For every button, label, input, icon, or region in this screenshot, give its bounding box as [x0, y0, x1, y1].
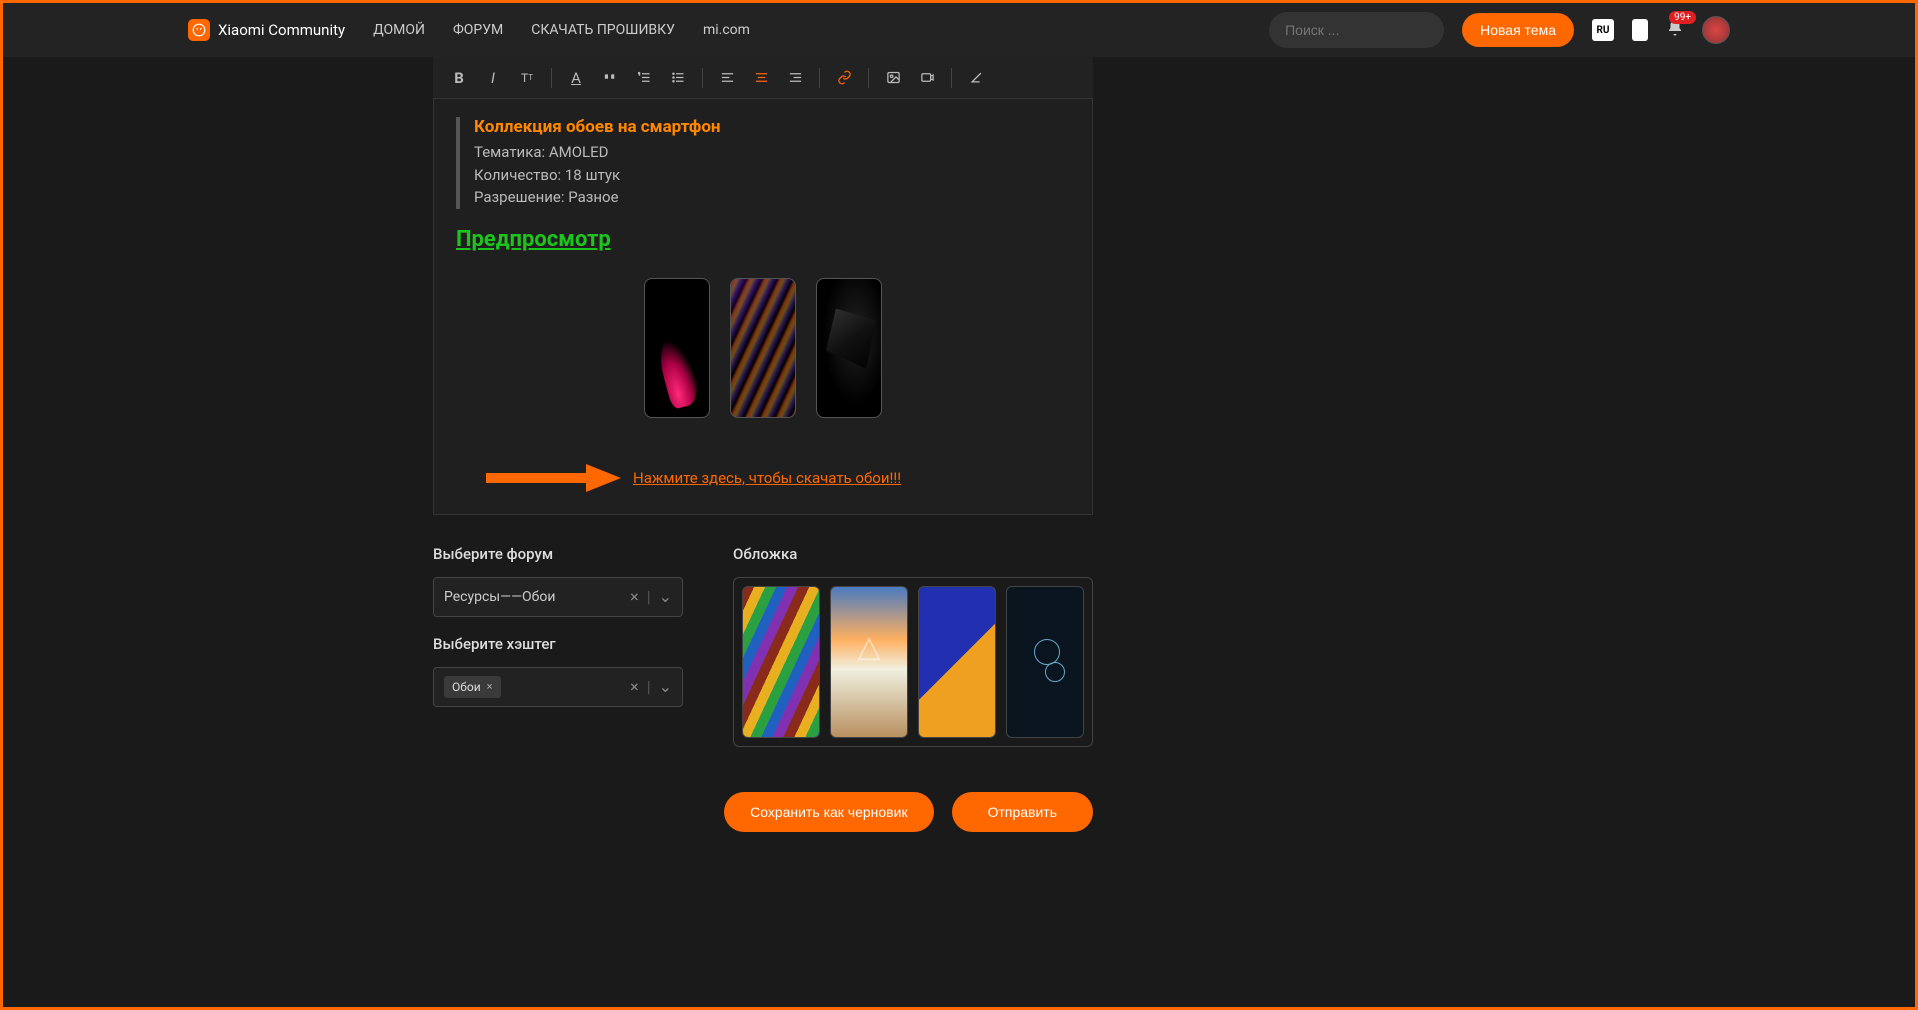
search-input[interactable]: [1285, 22, 1466, 38]
user-avatar[interactable]: [1702, 16, 1730, 44]
notifications[interactable]: 99+: [1666, 19, 1684, 42]
select-controls: × | ⌄: [630, 677, 672, 696]
preview-heading: Предпросмотр: [456, 227, 1070, 252]
cover-option-2[interactable]: [830, 586, 908, 738]
new-topic-button[interactable]: Новая тема: [1462, 13, 1574, 47]
forum-select[interactable]: Ресурсы——Обои × | ⌄: [433, 577, 683, 617]
link-button[interactable]: [828, 62, 860, 94]
preview-image-1: [644, 278, 710, 418]
preview-image-3: [816, 278, 882, 418]
align-right-button[interactable]: [779, 62, 811, 94]
chevron-down-icon[interactable]: ⌄: [659, 677, 672, 696]
clear-format-button[interactable]: [960, 62, 992, 94]
clear-icon[interactable]: ×: [630, 587, 639, 606]
toolbar-separator: [951, 68, 952, 88]
toolbar-separator: [819, 68, 820, 88]
italic-button[interactable]: I: [477, 62, 509, 94]
quote-block: Коллекция обоев на смартфон Тематика: AM…: [456, 117, 1070, 209]
hashtag-label: Выберите хэштег: [433, 635, 683, 653]
main-content: B I TT A 1: [433, 57, 1093, 852]
download-row: Нажмите здесь, чтобы скачать обои!!!: [481, 460, 1070, 496]
editor-content[interactable]: Коллекция обоев на смартфон Тематика: AM…: [433, 99, 1093, 515]
ordered-list-button[interactable]: 1: [628, 62, 660, 94]
quote-line: Разрешение: Разное: [474, 186, 1070, 209]
arrow-icon: [481, 460, 621, 496]
logo-icon: [188, 19, 210, 41]
cover-option-1[interactable]: [742, 586, 820, 738]
form-area: Выберите форум Ресурсы——Обои × | ⌄ Выбер…: [433, 545, 1093, 747]
footer-buttons: Сохранить как черновик Отправить: [433, 792, 1093, 852]
header: Xiaomi Community ДОМОЙ ФОРУМ СКАЧАТЬ ПРО…: [3, 3, 1915, 57]
clear-icon[interactable]: ×: [630, 677, 639, 696]
quote-line: Тематика: AMOLED: [474, 141, 1070, 164]
chevron-down-icon[interactable]: ⌄: [659, 587, 672, 606]
search-box[interactable]: [1269, 12, 1444, 48]
cover-option-4[interactable]: [1006, 586, 1084, 738]
notification-count: 99+: [1669, 11, 1696, 24]
quote-title: Коллекция обоев на смартфон: [474, 117, 1070, 137]
quote-button[interactable]: [594, 62, 626, 94]
preview-image-2: [730, 278, 796, 418]
covers-grid: [733, 577, 1093, 747]
bold-button[interactable]: B: [443, 62, 475, 94]
brand-name: Xiaomi Community: [218, 21, 345, 39]
video-button[interactable]: [911, 62, 943, 94]
unordered-list-button[interactable]: [662, 62, 694, 94]
align-left-button[interactable]: [711, 62, 743, 94]
toolbar-separator: [868, 68, 869, 88]
form-left: Выберите форум Ресурсы——Обои × | ⌄ Выбер…: [433, 545, 683, 747]
logo[interactable]: Xiaomi Community: [188, 19, 345, 41]
forum-label: Выберите форум: [433, 545, 683, 563]
nav-micom[interactable]: mi.com: [703, 22, 750, 38]
download-link[interactable]: Нажмите здесь, чтобы скачать обои!!!: [633, 469, 901, 487]
cover-label: Обложка: [733, 545, 1093, 563]
hashtag-chip: Обои ×: [444, 676, 501, 698]
nav-forum[interactable]: ФОРУМ: [453, 22, 503, 38]
cover-option-3[interactable]: [918, 586, 996, 738]
preview-images: [456, 278, 1070, 418]
toolbar-separator: [702, 68, 703, 88]
forum-value: Ресурсы——Обои: [444, 589, 555, 605]
underline-button[interactable]: A: [560, 62, 592, 94]
save-draft-button[interactable]: Сохранить как черновик: [724, 792, 933, 832]
image-button[interactable]: [877, 62, 909, 94]
header-right: Новая тема RU 99+: [1269, 12, 1730, 48]
submit-button[interactable]: Отправить: [952, 792, 1093, 832]
svg-text:1: 1: [638, 72, 640, 76]
language-badge[interactable]: RU: [1592, 19, 1614, 41]
nav-home[interactable]: ДОМОЙ: [373, 22, 425, 38]
quote-line: Количество: 18 штук: [474, 164, 1070, 187]
bell-icon: [1666, 21, 1684, 42]
toolbar-separator: [551, 68, 552, 88]
header-left: Xiaomi Community ДОМОЙ ФОРУМ СКАЧАТЬ ПРО…: [188, 19, 750, 41]
form-right: Обложка: [733, 545, 1093, 747]
hashtag-select[interactable]: Обои × × | ⌄: [433, 667, 683, 707]
hashtag-value: Обои: [452, 680, 481, 694]
fontsize-button[interactable]: TT: [511, 62, 543, 94]
select-controls: × | ⌄: [630, 587, 672, 606]
editor-toolbar: B I TT A 1: [433, 57, 1093, 99]
remove-tag-icon[interactable]: ×: [487, 680, 493, 693]
phone-icon[interactable]: [1632, 19, 1648, 41]
align-center-button[interactable]: [745, 62, 777, 94]
nav-firmware[interactable]: СКАЧАТЬ ПРОШИВКУ: [531, 22, 675, 38]
